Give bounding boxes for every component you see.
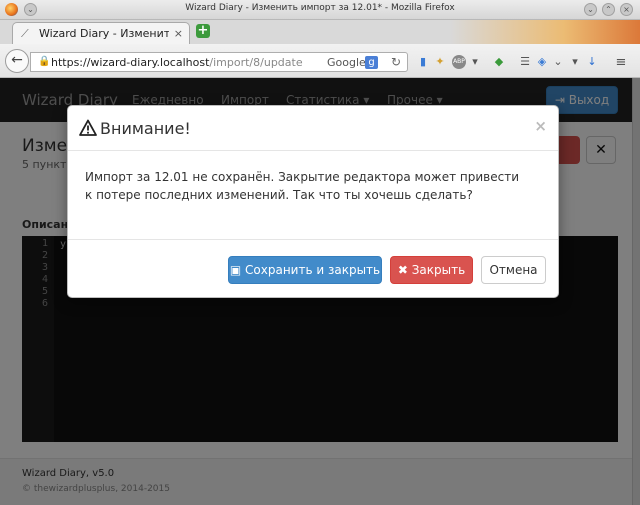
modal-message: Импорт за 12.01 не сохранён. Закрытие ре… <box>85 170 519 202</box>
reading-list-icon[interactable]: ☰ <box>518 55 532 69</box>
browser-toolbar: ← 🔒 https://wizard-diary.localhost/impor… <box>0 44 640 78</box>
floppy-disk-icon: ▣ <box>229 263 242 277</box>
bookmark-icon[interactable]: ▮ <box>416 55 430 69</box>
lock-icon: 🔒 <box>38 56 51 67</box>
menu-icon[interactable]: ≡ <box>614 55 628 70</box>
url-bar[interactable]: 🔒 https://wizard-diary.localhost/import/… <box>30 52 408 72</box>
modal-footer: ▣ Сохранить и закрыть ✖ Закрыть Отмена <box>68 239 558 299</box>
window-titlebar: ⌄ Wizard Diary - Изменить импорт за 12.0… <box>0 0 640 20</box>
star-icon[interactable]: ✦ <box>433 55 447 69</box>
reload-icon[interactable]: ↻ <box>391 55 401 69</box>
adblock-icon[interactable]: ABP <box>452 55 466 69</box>
google-icon[interactable]: g <box>365 56 378 69</box>
maximize-icon[interactable]: ⌃ <box>602 3 615 16</box>
url-text: https://wizard-diary.localhost/import/8/… <box>51 56 303 69</box>
history-icon[interactable]: ▾ <box>568 55 582 69</box>
tab-close-icon[interactable]: × <box>174 27 183 40</box>
window-close-icon[interactable]: × <box>620 3 633 16</box>
modal-close-icon[interactable]: × <box>534 117 547 135</box>
dropdown-icon[interactable]: ▾ <box>468 55 482 69</box>
browser-tab[interactable]: ⟋ Wizard Diary - Изменит... × <box>12 22 190 44</box>
cancel-button[interactable]: Отмена <box>481 256 546 284</box>
window-title: Wizard Diary - Изменить импорт за 12.01*… <box>185 3 455 13</box>
back-arrow-icon: ← <box>11 52 23 68</box>
addon-icon[interactable]: ◆ <box>492 55 506 69</box>
warning-dialog: Внимание! × Импорт за 12.01 не сохранён.… <box>67 105 559 298</box>
wand-icon: ⟋ <box>21 27 29 40</box>
save-and-close-button[interactable]: ▣ Сохранить и закрыть <box>228 256 382 284</box>
warning-icon <box>79 119 97 136</box>
search-engine-label: Google <box>327 56 366 69</box>
modal-header: Внимание! × <box>68 106 558 151</box>
pocket-icon[interactable]: ⌄ <box>551 55 565 69</box>
close-without-saving-button[interactable]: ✖ Закрыть <box>390 256 473 284</box>
theme-banner <box>450 20 640 44</box>
browser-tab-label: Wizard Diary - Изменит... <box>39 27 169 40</box>
modal-title: Внимание! <box>100 119 191 138</box>
close-x-icon: ✖ <box>397 263 408 277</box>
back-button[interactable]: ← <box>5 49 29 73</box>
minimize-icon[interactable]: ⌄ <box>584 3 597 16</box>
shield-icon[interactable]: ◈ <box>535 55 549 69</box>
close-label: Закрыть <box>411 263 466 277</box>
save-and-close-label: Сохранить и закрыть <box>245 263 381 277</box>
tab-strip: ⟋ Wizard Diary - Изменит... × + <box>0 20 640 44</box>
new-tab-icon[interactable]: + <box>196 24 210 38</box>
download-icon[interactable]: ↓ <box>585 55 599 69</box>
